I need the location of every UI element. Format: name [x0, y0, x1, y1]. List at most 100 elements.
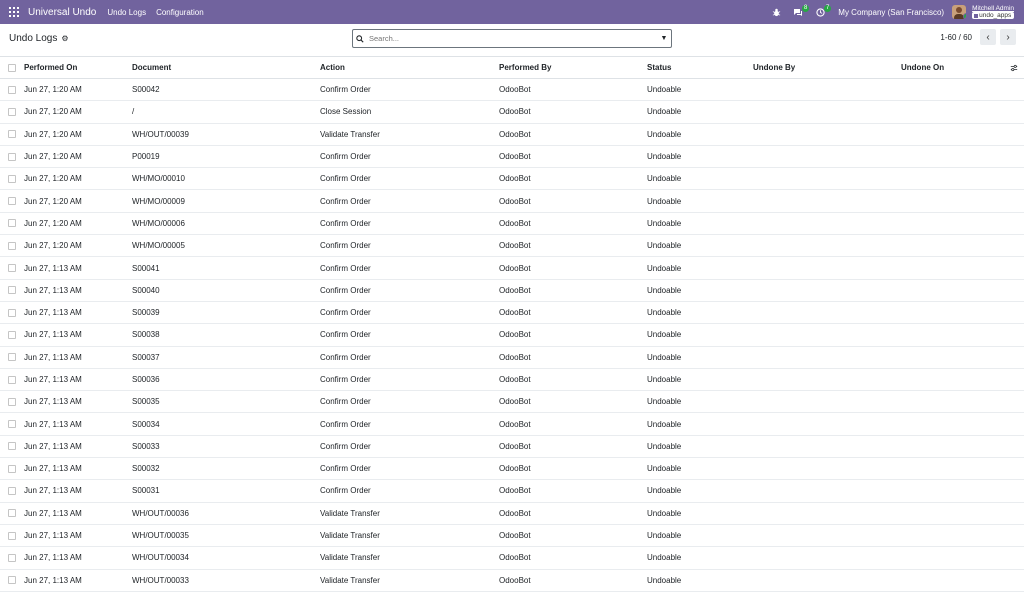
row-checkbox[interactable]: [8, 458, 17, 479]
user-name[interactable]: Mitchell Admin: [972, 5, 1014, 12]
row-checkbox[interactable]: [8, 436, 17, 457]
row-checkbox[interactable]: [8, 280, 17, 301]
row-checkbox[interactable]: [8, 324, 17, 345]
bug-icon[interactable]: [766, 0, 786, 24]
user-avatar[interactable]: [952, 5, 967, 19]
row-checkbox[interactable]: [8, 124, 17, 145]
search-bar[interactable]: ▼: [352, 29, 672, 48]
table-row[interactable]: Jun 27, 1:13 AM WH/OUT/00034 Validate Tran…: [0, 547, 1024, 570]
document-cell: S00040: [132, 285, 160, 295]
table-row[interactable]: Jun 27, 1:13 AM S00031 Confirm Order OdooBo…: [0, 480, 1024, 503]
performed-on-cell: Jun 27, 1:20 AM: [24, 174, 82, 184]
row-checkbox[interactable]: [8, 79, 17, 100]
performed-on-cell: Jun 27, 1:13 AM: [24, 531, 82, 541]
column-header-document[interactable]: Document: [132, 57, 171, 78]
row-checkbox[interactable]: [8, 347, 17, 368]
gear-icon[interactable]: ⚙: [61, 34, 68, 43]
action-cell: Confirm Order: [320, 174, 371, 184]
pager-next-button[interactable]: ›: [1000, 29, 1016, 45]
document-cell: WH/MO/00010: [132, 174, 185, 184]
pager-value[interactable]: 1-60 / 60: [940, 33, 972, 42]
performed-by-cell: OdooBot: [499, 85, 531, 95]
action-cell: Confirm Order: [320, 375, 371, 384]
optional-columns-toggle-icon[interactable]: [1010, 57, 1018, 78]
pager-previous-button[interactable]: ‹: [980, 29, 996, 45]
page-title: Undo Logs: [9, 33, 58, 44]
row-checkbox[interactable]: [8, 213, 17, 234]
apps-menu-icon[interactable]: [2, 0, 26, 24]
activity-clock-icon[interactable]: 7: [810, 0, 832, 24]
row-checkbox[interactable]: [8, 101, 17, 122]
table-row[interactable]: Jun 27, 1:13 AM S00032 Confirm Order OdooBo…: [0, 458, 1024, 481]
menu-undo-logs[interactable]: Undo Logs: [107, 8, 146, 17]
search-icon[interactable]: [353, 34, 367, 43]
table-row[interactable]: Jun 27, 1:20 AM / Close Session OdooBot Undo…: [0, 101, 1024, 124]
row-checkbox[interactable]: [8, 190, 17, 211]
column-header-performed-on[interactable]: Performed On: [24, 57, 77, 78]
row-checkbox[interactable]: [8, 168, 17, 189]
document-cell: S00037: [132, 352, 160, 362]
table-row[interactable]: Jun 27, 1:20 AM WH/OUT/00039 Validate Tran…: [0, 124, 1024, 146]
action-cell: Confirm Order: [320, 285, 371, 295]
row-checkbox[interactable]: [8, 525, 17, 546]
table-row[interactable]: Jun 27, 1:13 AM WH/OUT/00033 Validate Tran…: [0, 570, 1024, 592]
performed-on-cell: Jun 27, 1:13 AM: [24, 330, 82, 340]
app-brand[interactable]: Universal Undo: [28, 7, 96, 18]
status-cell: Undoable: [647, 464, 682, 474]
table-row[interactable]: Jun 27, 1:20 AM S00042 Confirm Order OdooBo…: [0, 79, 1024, 102]
table-row[interactable]: Jun 27, 1:13 AM S00037 Confirm Order OdooBo…: [0, 347, 1024, 369]
column-header-action[interactable]: Action: [320, 57, 345, 78]
table-row[interactable]: Jun 27, 1:20 AM WH/MO/00006 Confirm Order O…: [0, 213, 1024, 236]
column-header-performed-by[interactable]: Performed By: [499, 57, 551, 78]
table-row[interactable]: Jun 27, 1:13 AM S00039 Confirm Order OdooBo…: [0, 302, 1024, 325]
table-row[interactable]: Jun 27, 1:13 AM S00035 Confirm Order OdooBo…: [0, 391, 1024, 414]
row-checkbox[interactable]: [8, 391, 17, 412]
row-checkbox[interactable]: [8, 480, 17, 501]
row-checkbox[interactable]: [8, 302, 17, 323]
search-input[interactable]: [367, 33, 657, 44]
table-row[interactable]: Jun 27, 1:13 AM WH/OUT/00035 Validate Tran…: [0, 525, 1024, 548]
table-row[interactable]: Jun 27, 1:13 AM S00034 Confirm Order OdooBo…: [0, 413, 1024, 436]
action-cell: Confirm Order: [320, 196, 371, 206]
document-cell: S00036: [132, 375, 160, 384]
table-row[interactable]: Jun 27, 1:13 AM S00041 Confirm Order OdooBo…: [0, 257, 1024, 280]
row-checkbox[interactable]: [8, 547, 17, 568]
status-cell: Undoable: [647, 152, 682, 162]
row-checkbox[interactable]: [8, 503, 17, 524]
search-options-dropdown-icon[interactable]: ▼: [657, 35, 671, 42]
row-checkbox[interactable]: [8, 146, 17, 167]
column-header-status[interactable]: Status: [647, 57, 671, 78]
status-cell: Undoable: [647, 419, 682, 429]
table-row[interactable]: Jun 27, 1:13 AM S00036 Confirm Order OdooBo…: [0, 369, 1024, 392]
pager: 1-60 / 60 ‹ ›: [940, 29, 1016, 45]
column-header-undone-by[interactable]: Undone By: [753, 57, 795, 78]
document-cell: WH/OUT/00034: [132, 553, 189, 563]
performed-by-cell: OdooBot: [499, 308, 531, 318]
table-row[interactable]: Jun 27, 1:13 AM WH/OUT/00036 Validate Tran…: [0, 503, 1024, 525]
user-menu[interactable]: Mitchell Admin undo_apps: [972, 5, 1014, 19]
performed-by-cell: OdooBot: [499, 263, 531, 273]
table-row[interactable]: Jun 27, 1:20 AM WH/MO/00005 Confirm Order O…: [0, 235, 1024, 258]
table-row[interactable]: Jun 27, 1:13 AM S00038 Confirm Order OdooBo…: [0, 324, 1024, 347]
row-checkbox[interactable]: [8, 570, 17, 591]
performed-on-cell: Jun 27, 1:20 AM: [24, 107, 82, 117]
row-checkbox[interactable]: [8, 369, 17, 390]
status-cell: Undoable: [647, 308, 682, 318]
document-cell: S00035: [132, 397, 160, 407]
performed-on-cell: Jun 27, 1:20 AM: [24, 241, 82, 251]
messages-icon[interactable]: 8: [788, 0, 810, 24]
table-row[interactable]: Jun 27, 1:20 AM P00019 Confirm Order OdooBo…: [0, 146, 1024, 169]
status-cell: Undoable: [647, 575, 682, 585]
row-checkbox[interactable]: [8, 257, 17, 278]
table-row[interactable]: Jun 27, 1:13 AM S00033 Confirm Order OdooBo…: [0, 436, 1024, 459]
row-checkbox[interactable]: [8, 235, 17, 256]
column-header-undone-on[interactable]: Undone On: [901, 57, 944, 78]
table-row[interactable]: Jun 27, 1:13 AM S00040 Confirm Order OdooBo…: [0, 280, 1024, 302]
menu-configuration[interactable]: Configuration: [156, 8, 204, 17]
table-row[interactable]: Jun 27, 1:20 AM WH/MO/00010 Confirm Order O…: [0, 168, 1024, 191]
table-row[interactable]: Jun 27, 1:20 AM WH/MO/00009 Confirm Order O…: [0, 190, 1024, 213]
select-all-checkbox[interactable]: [8, 57, 17, 78]
row-checkbox[interactable]: [8, 413, 17, 434]
performed-by-cell: OdooBot: [499, 107, 531, 117]
company-switcher[interactable]: My Company (San Francisco): [838, 8, 944, 17]
